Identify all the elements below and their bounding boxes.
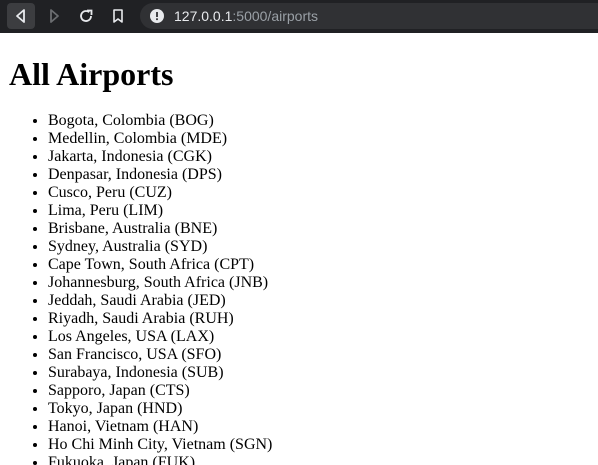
address-bar[interactable]: 127.0.0.1:5000/airports bbox=[140, 3, 598, 29]
list-item: Lima, Peru (LIM) bbox=[48, 202, 272, 220]
list-item: Tokyo, Japan (HND) bbox=[48, 400, 272, 418]
list-item: Ho Chi Minh City, Vietnam (SGN) bbox=[48, 436, 272, 454]
list-item: Denpasar, Indonesia (DPS) bbox=[48, 166, 272, 184]
list-item: Surabaya, Indonesia (SUB) bbox=[48, 364, 272, 382]
bookmark-button[interactable] bbox=[104, 3, 132, 29]
url-path: :5000/airports bbox=[232, 8, 318, 24]
list-item: Cape Town, South Africa (CPT) bbox=[48, 256, 272, 274]
list-item: Jakarta, Indonesia (CGK) bbox=[48, 148, 272, 166]
page-content: All Airports Bogota, Colombia (BOG) Mede… bbox=[0, 33, 598, 465]
list-item: Hanoi, Vietnam (HAN) bbox=[48, 418, 272, 436]
back-button[interactable] bbox=[7, 3, 35, 29]
list-item: Medellin, Colombia (MDE) bbox=[48, 130, 272, 148]
list-item: Brisbane, Australia (BNE) bbox=[48, 220, 272, 238]
arrow-right-icon bbox=[50, 9, 59, 23]
list-item: Johannesburg, South Africa (JNB) bbox=[48, 274, 272, 292]
list-item: Cusco, Peru (CUZ) bbox=[48, 184, 272, 202]
bookmark-icon bbox=[113, 9, 123, 23]
list-item: Fukuoka, Japan (FUK) bbox=[48, 454, 272, 465]
list-item: Sydney, Australia (SYD) bbox=[48, 238, 272, 256]
airport-list: Bogota, Colombia (BOG) Medellin, Colombi… bbox=[0, 112, 272, 465]
list-item: Riyadh, Saudi Arabia (RUH) bbox=[48, 310, 272, 328]
list-item: San Francisco, USA (SFO) bbox=[48, 346, 272, 364]
url-host: 127.0.0.1 bbox=[174, 8, 233, 24]
list-item: Sapporo, Japan (CTS) bbox=[48, 382, 272, 400]
reload-icon bbox=[80, 9, 93, 22]
list-item: Jeddah, Saudi Arabia (JED) bbox=[48, 292, 272, 310]
arrow-left-icon bbox=[16, 9, 25, 23]
browser-toolbar: 127.0.0.1:5000/airports bbox=[0, 0, 598, 33]
list-item: Bogota, Colombia (BOG) bbox=[48, 112, 272, 130]
info-icon[interactable] bbox=[150, 9, 164, 23]
forward-button[interactable] bbox=[40, 3, 68, 29]
url-text[interactable]: 127.0.0.1:5000/airports bbox=[174, 7, 318, 25]
reload-button[interactable] bbox=[72, 3, 100, 29]
page-title: All Airports bbox=[9, 56, 174, 92]
list-item: Los Angeles, USA (LAX) bbox=[48, 328, 272, 346]
